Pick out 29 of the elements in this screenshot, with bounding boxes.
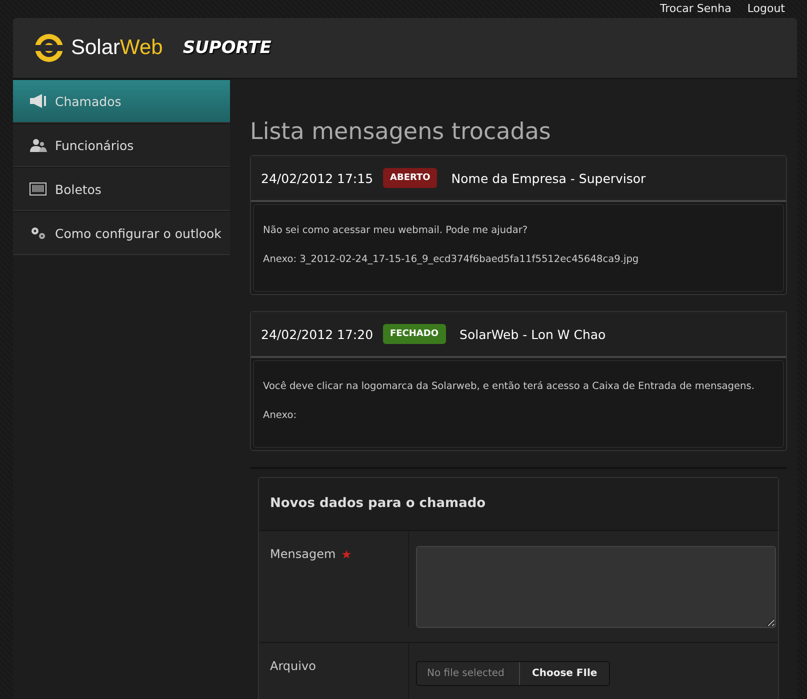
sidebar-item[interactable]: Como configurar o outlook [13, 211, 230, 255]
page-title: Lista mensagens trocadas [250, 119, 552, 145]
gears-icon [29, 226, 47, 240]
attachment-text: Anexo: [263, 410, 298, 421]
sidebar-item[interactable]: Funcionários [13, 123, 230, 167]
message-text: Não sei como acessar meu webmail. Pode me ajudar? [263, 225, 529, 236]
message-date: 24/02/2012 17:20 [261, 326, 374, 342]
top-link[interactable]: Trocar Senha [660, 1, 732, 18]
barcode-icon [29, 182, 47, 196]
message-author: Nome da Empresa - Supervisor [451, 170, 646, 186]
sidebar-item[interactable]: Boletos [13, 167, 230, 211]
people-icon [29, 138, 47, 152]
logo-text[interactable]: SolarWeb [71, 36, 163, 60]
form-title: Novos dados para o chamado [259, 478, 778, 530]
field-label: Mensagem [270, 547, 336, 561]
message-date: 24/02/2012 17:15 [261, 170, 374, 186]
top-link[interactable]: Logout [747, 1, 785, 18]
attachment-text: Anexo: 3_2012-02-24_17-15-16_9_ecd374f6baed5fa11f5512ec45648ca9.jpg [263, 254, 640, 265]
status-badge: ABERTO [383, 168, 438, 188]
megaphone-icon [29, 94, 47, 108]
field-label: Arquivo [270, 659, 316, 673]
required-star-icon [342, 550, 351, 559]
file-input[interactable]: No file selected Choose FIle [416, 661, 610, 686]
status-badge: FECHADO [383, 324, 446, 344]
message-author: SolarWeb - Lon W Chao [460, 326, 606, 342]
message-field[interactable] [416, 546, 776, 628]
sidebar-item[interactable]: Chamados [13, 79, 230, 123]
app-title: SUPORTE [182, 38, 272, 58]
message-text: Você deve clicar na logomarca da Solarweb, e então terá acesso a Caixa de Entrada de mensagens. [263, 381, 756, 392]
